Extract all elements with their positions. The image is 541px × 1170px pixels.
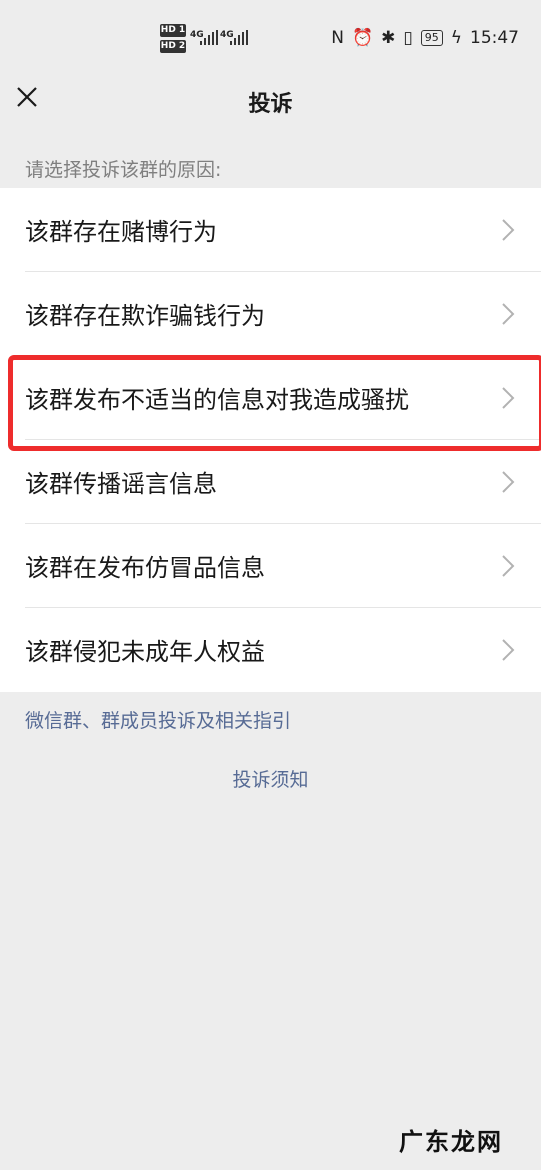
clock: 15:47 [470,28,519,48]
bluetooth-icon: ✱ [381,28,396,48]
reason-label: 该群存在欺诈骗钱行为 [25,302,265,330]
alarm-icon: ⏰ [352,28,374,48]
chevron-right-icon [502,471,515,493]
battery-icon: 95 [420,30,443,46]
vibrate-icon: ▯ [403,28,413,48]
status-right: N ⏰ ✱ ▯ 95 ϟ 15:47 [331,28,519,48]
complaint-notice-link[interactable]: 投诉须知 [0,765,541,792]
status-bar: HD 1 HD 2 4G 4G N ⏰ ✱ ▯ 95 ϟ 15:47 [0,0,541,76]
sim2-icon: HD 2 [160,40,186,53]
reason-gambling[interactable]: 该群存在赌博行为 [0,188,541,272]
chevron-right-icon [502,639,515,661]
reason-label: 该群存在赌博行为 [25,218,217,246]
signal1-icon [200,30,218,45]
nav-bar: 投诉 [0,76,541,132]
reason-label: 该群传播谣言信息 [25,470,217,498]
chevron-right-icon [502,555,515,577]
reason-label: 该群发布不适当的信息对我造成骚扰 [25,386,409,414]
reason-label: 该群在发布仿冒品信息 [25,554,265,582]
reason-minors[interactable]: 该群侵犯未成年人权益 [0,608,541,692]
chevron-right-icon [502,303,515,325]
sim1-icon: HD 1 [160,24,186,37]
section-hint: 请选择投诉该群的原因: [25,159,222,181]
reason-counterfeit[interactable]: 该群在发布仿冒品信息 [0,524,541,608]
page-title: 投诉 [248,92,293,117]
reason-list: 该群存在赌博行为 该群存在欺诈骗钱行为 该群发布不适当的信息对我造成骚扰 该群传… [0,188,541,692]
reason-label: 该群侵犯未成年人权益 [25,638,265,666]
watermark: 广东龙网 [399,1128,503,1156]
reason-harassment[interactable]: 该群发布不适当的信息对我造成骚扰 [0,356,541,440]
complaint-guide-link[interactable]: 微信群、群成员投诉及相关指引 [25,706,291,733]
charging-icon: ϟ [450,28,462,48]
reason-rumor[interactable]: 该群传播谣言信息 [0,440,541,524]
sim-indicators: HD 1 HD 2 [160,24,186,56]
chevron-right-icon [502,219,515,241]
signal2-icon [230,30,248,45]
reason-fraud[interactable]: 该群存在欺诈骗钱行为 [0,272,541,356]
nfc-icon: N [331,28,344,48]
chevron-right-icon [502,387,515,409]
